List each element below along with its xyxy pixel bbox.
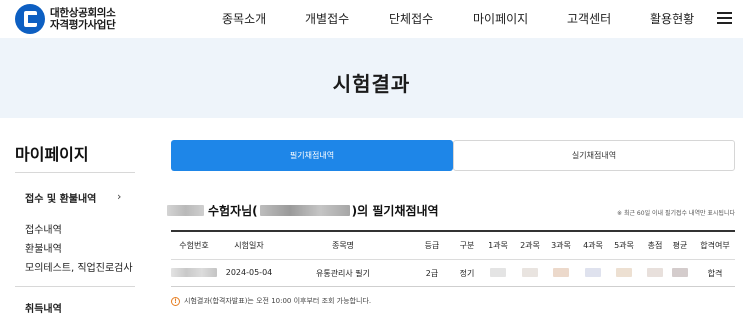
redacted-score4 xyxy=(585,268,601,277)
redacted-exam-number xyxy=(171,268,217,277)
cell-exam-date: 2024-05-04 xyxy=(225,268,273,277)
nav-item-intro[interactable]: 종목소개 xyxy=(222,10,266,27)
sidebar-divider xyxy=(15,286,135,287)
col-header-subject2: 2과목 xyxy=(520,241,540,250)
tab-written-results[interactable]: 필기채점내역 xyxy=(171,140,453,171)
table-header-divider xyxy=(171,259,735,260)
col-header-subject5: 5과목 xyxy=(614,241,634,250)
cell-pass: 합격 xyxy=(707,269,723,278)
section-note: ※ 최근 60일 이내 필기접수 내역만 표시됩니다 xyxy=(617,210,735,217)
sidebar-divider xyxy=(15,172,135,173)
sidebar-title: 마이페이지 xyxy=(15,145,89,164)
nav-item-group[interactable]: 단체접수 xyxy=(389,10,433,27)
main-nav: 종목소개 개별접수 단체접수 마이페이지 고객센터 활용현황 xyxy=(0,10,743,28)
col-header-type: 구분 xyxy=(459,241,475,250)
redacted-average xyxy=(672,268,688,277)
nav-item-usage[interactable]: 활용현황 xyxy=(650,10,694,27)
col-header-subject4: 4과목 xyxy=(583,241,603,250)
chevron-right-icon[interactable]: › xyxy=(117,190,121,203)
table-bottom-border xyxy=(171,286,735,287)
notice: ! 시험결과(합격자발표)는 오전 10:00 이후부터 조회 가능합니다. xyxy=(171,296,371,306)
menu-icon[interactable] xyxy=(717,12,732,24)
redacted-id xyxy=(259,205,350,216)
redacted-score2 xyxy=(522,268,538,277)
section-title-mid: 수험자님( xyxy=(208,204,258,218)
hero-banner: 시험결과 xyxy=(0,38,743,118)
col-header-pass: 합격여부 xyxy=(700,241,730,250)
col-header-exam-date: 시험일자 xyxy=(234,241,264,250)
section-title-end: )의 필기채점내역 xyxy=(351,204,439,218)
cell-type: 정기 xyxy=(459,269,475,278)
nav-item-support[interactable]: 고객센터 xyxy=(567,10,611,27)
notice-text: 시험결과(합격자발표)는 오전 10:00 이후부터 조회 가능합니다. xyxy=(184,297,372,305)
col-header-subject: 종목명 xyxy=(331,241,355,250)
col-header-total: 총점 xyxy=(647,241,663,250)
redacted-score5 xyxy=(616,268,632,277)
sidebar-item-receipts[interactable]: 접수내역 xyxy=(25,221,62,236)
info-icon: ! xyxy=(171,296,180,306)
nav-item-mypage[interactable]: 마이페이지 xyxy=(473,10,528,27)
col-header-subject1: 1과목 xyxy=(488,241,508,250)
nav-item-individual[interactable]: 개별접수 xyxy=(305,10,349,27)
sidebar-section-acquired[interactable]: 취득내역 xyxy=(25,300,62,315)
col-header-grade: 등급 xyxy=(424,241,440,250)
tab-practical-results[interactable]: 실기채점내역 xyxy=(453,140,735,171)
redacted-name xyxy=(167,205,204,216)
cell-subject: 유통관리사 필기 xyxy=(315,269,371,278)
col-header-average: 평균 xyxy=(672,241,688,250)
table-top-border xyxy=(171,230,735,232)
sidebar-section-receipt[interactable]: 접수 및 환불내역 xyxy=(25,190,96,205)
site-header: 대한상공회의소 자격평가사업단 종목소개 개별접수 단체접수 마이페이지 고객센… xyxy=(0,0,743,38)
col-header-exam-number: 수험번호 xyxy=(179,241,209,250)
section-title: 수험자님( )의 필기채점내역 xyxy=(167,202,439,219)
cell-grade: 2급 xyxy=(425,269,439,278)
sidebar-item-mocktest[interactable]: 모의테스트, 직업진로검사 xyxy=(25,259,133,274)
sidebar-item-refunds[interactable]: 환불내역 xyxy=(25,240,62,255)
col-header-subject3: 3과목 xyxy=(551,241,571,250)
redacted-score1 xyxy=(490,268,506,277)
redacted-total xyxy=(647,268,663,277)
redacted-score3 xyxy=(553,268,569,277)
page-title: 시험결과 xyxy=(332,72,411,96)
